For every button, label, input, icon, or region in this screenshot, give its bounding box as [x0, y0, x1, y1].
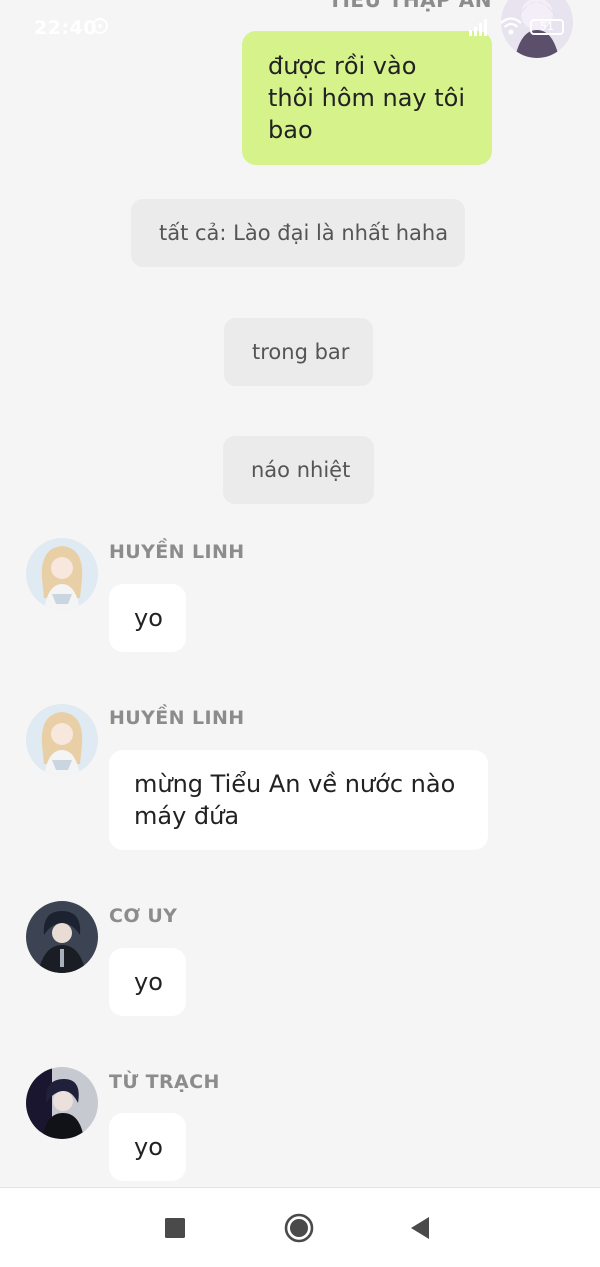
square-icon[interactable]	[159, 1212, 191, 1244]
avatar-huyen-linh[interactable]	[26, 538, 98, 610]
message-bubble-other[interactable]: mừng Tiểu An về nước nào máy đứa	[109, 750, 488, 850]
sender-name: HUYỀN LINH	[109, 707, 245, 729]
navigation-bar	[0, 1187, 600, 1267]
sync-icon	[92, 18, 108, 34]
system-message: trong bar	[224, 318, 373, 386]
system-message: tất cả: Lào đại là nhất haha	[131, 199, 465, 267]
avatar-huyen-linh[interactable]	[26, 704, 98, 776]
message-bubble-other[interactable]: yo	[109, 584, 186, 652]
chat-screen: 22:40 51 TIỂU THẬP AN được rồi vào thôi …	[0, 0, 600, 1267]
status-time: 22:40	[34, 17, 97, 39]
sender-name: CƠ UY	[109, 905, 178, 927]
sender-name: HUYỀN LINH	[109, 541, 245, 563]
sender-name: TỪ TRẠCH	[109, 1071, 220, 1093]
avatar-tu-trach[interactable]	[26, 1067, 98, 1139]
wifi-icon	[500, 17, 522, 35]
status-bar: 22:40 51	[0, 0, 600, 56]
circle-icon[interactable]	[283, 1212, 315, 1244]
avatar-co-uy[interactable]	[26, 901, 98, 973]
message-bubble-other[interactable]: yo	[109, 948, 186, 1016]
triangle-back-icon[interactable]	[405, 1212, 437, 1244]
system-message: náo nhiệt	[223, 436, 374, 504]
message-bubble-other[interactable]: yo	[109, 1113, 186, 1181]
signal-icon	[469, 19, 487, 36]
battery-icon: 51	[530, 19, 564, 35]
